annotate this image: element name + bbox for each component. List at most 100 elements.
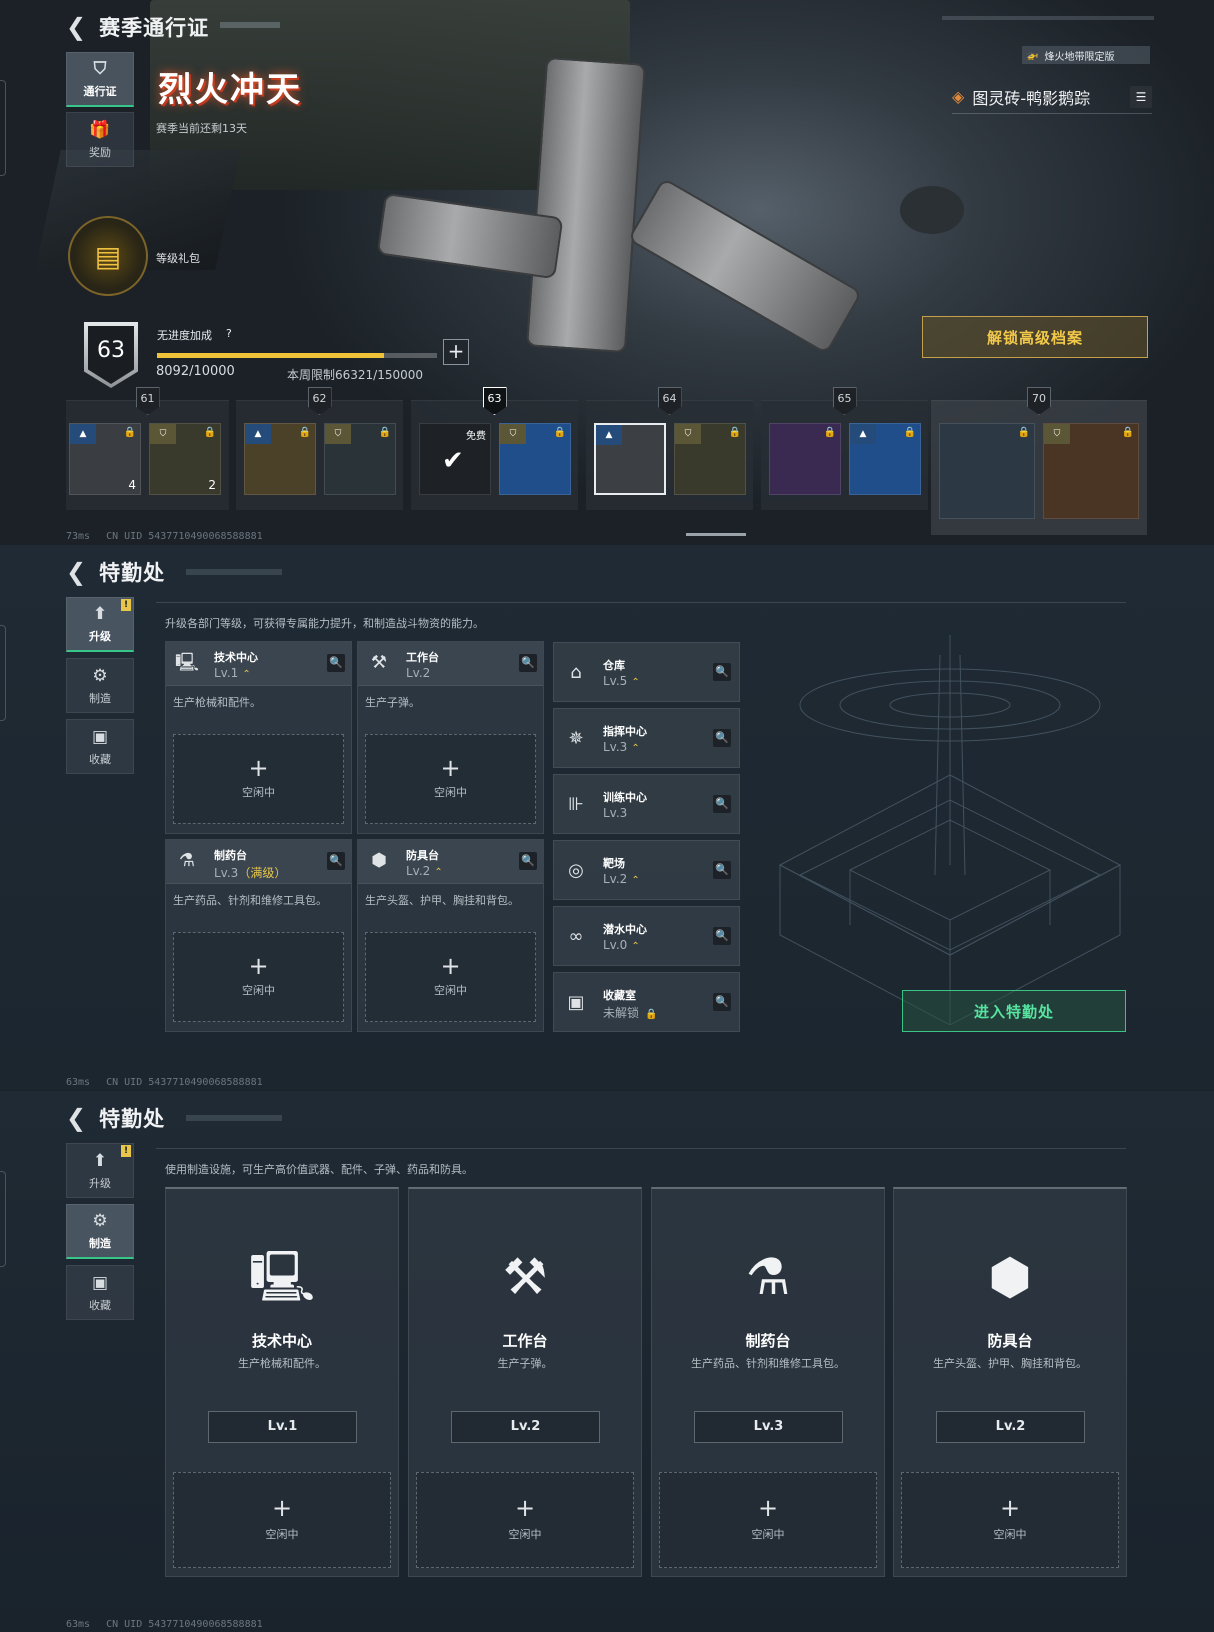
- reward-slot[interactable]: ▲ 🔒 4: [69, 423, 141, 495]
- tab-pass[interactable]: ⛉ 通行证: [66, 52, 134, 107]
- craft-slot[interactable]: + 空闲中: [173, 734, 344, 824]
- station-workbench[interactable]: ⚒ 工作台 生产子弹。 Lv.2 + 空闲中: [408, 1187, 642, 1577]
- search-icon[interactable]: 🔍: [713, 663, 731, 681]
- reward-slot-claimed[interactable]: 免费 ✔: [419, 423, 491, 495]
- station-tech-center[interactable]: 🖳 技术中心 生产枪械和配件。 Lv.1 + 空闲中: [165, 1187, 399, 1577]
- command-icon: ✵: [568, 728, 584, 749]
- plus-icon: +: [757, 1494, 779, 1522]
- craft-slot[interactable]: + 空闲中: [365, 734, 536, 824]
- reward-slot[interactable]: ⛉ 🔒: [324, 423, 396, 495]
- header-divider: [156, 602, 1126, 603]
- help-icon[interactable]: ?: [226, 327, 232, 343]
- facility-vault[interactable]: ▣ 收藏室 未解锁 🔒 🔍: [553, 972, 740, 1032]
- reward-slot[interactable]: ⛉ 🔒: [674, 423, 746, 495]
- premium-tag-icon: ⛉: [675, 424, 701, 444]
- dept-armor-bench[interactable]: ⬢ 防具台 Lv.2 ⌃ 🔍 生产头盔、护甲、胸挂和背包。 + 空闲中: [357, 839, 544, 1032]
- tab-upgrade[interactable]: ⬆ 升级 !: [66, 1143, 134, 1198]
- tab-collection[interactable]: ▣ 收藏: [66, 719, 134, 774]
- craft-slot[interactable]: + 空闲中: [173, 1472, 391, 1568]
- upgrade-available-icon: ⌃: [434, 867, 443, 878]
- reward-slot[interactable]: ⛉ 🔒 2: [149, 423, 221, 495]
- uid-text: CN UID 5437710490068588881: [106, 531, 263, 542]
- back-button[interactable]: ❮ 特勤处: [66, 1103, 165, 1133]
- diamond-icon: ◈: [952, 87, 965, 106]
- craft-slot[interactable]: + 空闲中: [365, 932, 536, 1022]
- search-icon[interactable]: 🔍: [713, 729, 731, 747]
- gears-icon: ⚙: [92, 665, 108, 686]
- vehicle-tag-icon: ▲: [596, 425, 622, 445]
- armor-icon: ⬢: [371, 850, 387, 871]
- special-ops-upgrade-screen: ❮ 特勤处 ⬆ 升级 ! ⚙ 制造 ▣ 收藏 升级各部门等级，可获得专属能力提升…: [0, 545, 1214, 1090]
- plus-icon: +: [440, 952, 461, 980]
- facility-command-center[interactable]: ✵ 指挥中心 Lv.3 ⌃ 🔍: [553, 708, 740, 768]
- ping: 63ms: [66, 1077, 91, 1088]
- tab-upgrade[interactable]: ⬆ 升级 !: [66, 597, 134, 652]
- reward-slot[interactable]: ▲ 🔒: [849, 423, 921, 495]
- search-icon[interactable]: 🔍: [713, 927, 731, 945]
- cosmetic-selector[interactable]: ◈ 图灵砖-鸭影鹅踪 ☰: [952, 80, 1152, 114]
- station-armor-bench[interactable]: ⬢ 防具台 生产头盔、护甲、胸挂和背包。 Lv.2 + 空闲中: [893, 1187, 1127, 1577]
- lock-icon: 🔒: [123, 427, 136, 438]
- uid-text: CN UID 5437710490068588881: [106, 1619, 263, 1630]
- tab-craft[interactable]: ⚙ 制造: [66, 658, 134, 713]
- lock-icon: 🔒: [645, 1009, 658, 1020]
- vehicle-tag-icon: ▲: [850, 424, 876, 444]
- tab-craft[interactable]: ⚙ 制造: [66, 1204, 134, 1259]
- premium-tag-icon: ⛉: [1044, 424, 1070, 444]
- station-pharmacy[interactable]: ⚗ 制药台 生产药品、针剂和维修工具包。 Lv.3 + 空闲中: [651, 1187, 885, 1577]
- craft-slot[interactable]: + 空闲中: [173, 932, 344, 1022]
- level-badge: Lv.3: [694, 1411, 843, 1443]
- tools-icon: ⚒: [502, 1248, 548, 1306]
- facility-training-center[interactable]: ⊪ 训练中心 Lv.3 🔍: [553, 774, 740, 834]
- back-arrow-icon: ❮: [66, 1104, 88, 1132]
- warehouse-icon: ⌂: [570, 662, 582, 683]
- facility-shooting-range[interactable]: ◎ 靶场 Lv.2 ⌃ 🔍: [553, 840, 740, 900]
- upgrade-available-icon: ⌃: [631, 941, 640, 952]
- ping: 63ms: [66, 1619, 91, 1630]
- facility-warehouse[interactable]: ⌂ 仓库 Lv.5 ⌃ 🔍: [553, 642, 740, 702]
- reward-slot[interactable]: ⛉ 🔒: [1043, 423, 1139, 519]
- tier-70: 70 🔒 ⛉ 🔒: [931, 387, 1147, 535]
- craft-slot[interactable]: + 空闲中: [901, 1472, 1119, 1568]
- back-arrow-icon: ❮: [66, 558, 88, 586]
- dept-tech-center[interactable]: 🖳 技术中心 Lv.1 ⌃ 🔍 生产枪械和配件。 + 空闲中: [165, 641, 352, 834]
- lock-icon: 🔒: [1121, 427, 1134, 438]
- scroll-indicator[interactable]: [686, 533, 746, 536]
- reward-slot[interactable]: ▲ 🔒: [244, 423, 316, 495]
- reward-slot[interactable]: 🔒: [939, 423, 1035, 519]
- lock-icon: 🔒: [1017, 427, 1030, 438]
- special-ops-craft-screen: ❮ 特勤处 ⬆ 升级 ! ⚙ 制造 ▣ 收藏 使用制造设施，可生产高价值武器、配…: [0, 1091, 1214, 1632]
- search-icon[interactable]: 🔍: [713, 993, 731, 1011]
- uid-text: CN UID 5437710490068588881: [106, 1077, 263, 1088]
- search-icon[interactable]: 🔍: [327, 654, 345, 672]
- back-button[interactable]: ❮ 赛季通行证: [66, 12, 209, 42]
- monitor-icon: 🖳: [174, 652, 199, 673]
- tab-collection[interactable]: ▣ 收藏: [66, 1265, 134, 1320]
- buy-level-button[interactable]: +: [443, 339, 469, 365]
- dept-workbench[interactable]: ⚒ 工作台 Lv.2 🔍 生产子弹。 + 空闲中: [357, 641, 544, 834]
- reward-slot[interactable]: 🔒: [769, 423, 841, 495]
- level-gift-button[interactable]: ▤: [68, 216, 148, 296]
- plus-icon: +: [271, 1494, 293, 1522]
- tab-rewards[interactable]: 🎁 奖励: [66, 112, 134, 167]
- search-icon[interactable]: 🔍: [519, 654, 537, 672]
- reward-slot-selected[interactable]: ▲: [594, 423, 666, 495]
- back-button[interactable]: ❮ 特勤处: [66, 557, 165, 587]
- page-title: 赛季通行证: [99, 16, 210, 40]
- craft-slot[interactable]: + 空闲中: [416, 1472, 634, 1568]
- tier-64: 64 ▲ ⛉ 🔒: [586, 387, 753, 510]
- search-icon[interactable]: 🔍: [713, 795, 731, 813]
- search-icon[interactable]: 🔍: [713, 861, 731, 879]
- search-icon[interactable]: 🔍: [327, 852, 345, 870]
- unlock-premium-button[interactable]: 解锁高级档案: [922, 316, 1148, 358]
- craft-slot[interactable]: + 空闲中: [659, 1472, 877, 1568]
- enter-ops-button[interactable]: 进入特勤处: [902, 990, 1126, 1032]
- list-icon[interactable]: ☰: [1130, 85, 1152, 108]
- premium-tag-icon: ⛉: [500, 424, 526, 444]
- dept-pharmacy[interactable]: ⚗ 制药台 Lv.3（满级） 🔍 生产药品、针剂和维修工具包。 + 空闲中: [165, 839, 352, 1032]
- search-icon[interactable]: 🔍: [519, 852, 537, 870]
- reward-slot[interactable]: ⛉ 🔒: [499, 423, 571, 495]
- gift-icon: 🎁: [89, 119, 111, 140]
- edge-handle: [0, 1171, 6, 1267]
- facility-dive-center[interactable]: ∞ 潜水中心 Lv.0 ⌃ 🔍: [553, 906, 740, 966]
